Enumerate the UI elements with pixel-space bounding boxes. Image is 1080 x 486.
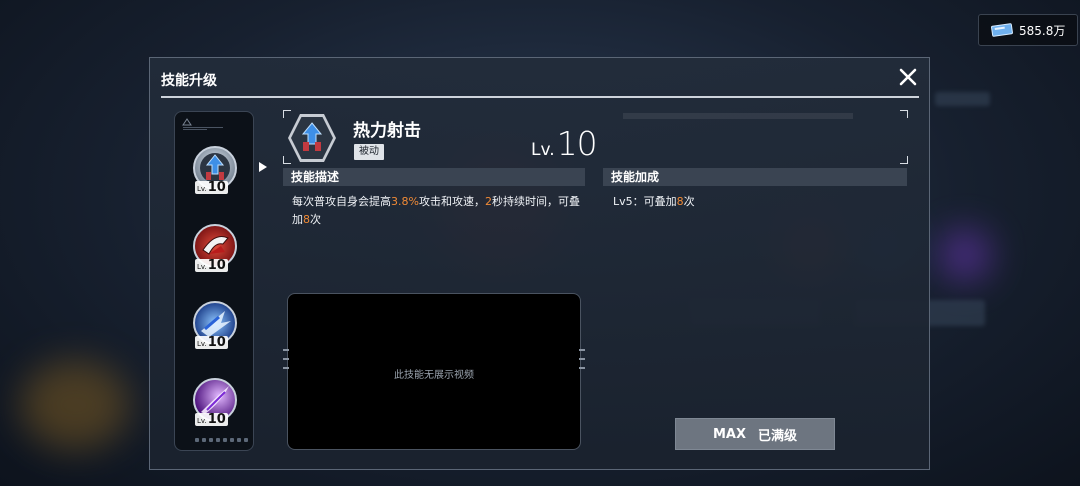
header-decoration	[623, 113, 853, 119]
skill-slot-4[interactable]: Lv. 10	[193, 378, 237, 426]
description-header: 技能描述	[283, 168, 585, 186]
skill-bonus: Lv5：可叠加8次	[613, 195, 695, 208]
no-video-message: 此技能无展示视频	[394, 370, 474, 381]
ticket-icon	[991, 23, 1013, 37]
currency-display[interactable]: 585.8万	[978, 14, 1078, 46]
close-icon	[899, 68, 917, 86]
skill-level-tag: Lv. 10	[195, 412, 228, 427]
skill-slot-3[interactable]: Lv. 10	[193, 301, 237, 349]
close-button[interactable]	[897, 66, 919, 88]
max-level-button[interactable]: MAX 已满级	[675, 418, 835, 450]
title-divider	[161, 96, 919, 98]
skill-level-tag: Lv. 10	[195, 335, 228, 350]
skill-header: 热力射击 被动 Lv. 10	[283, 110, 908, 164]
skill-list: Lv. 10 Lv. 10 Lv. 10 Lv. 10	[174, 111, 267, 451]
skill-level: Lv. 10	[531, 124, 598, 163]
max-level-label: 已满级	[758, 428, 798, 444]
skill-list-decoration	[181, 116, 249, 132]
bonus-header: 技能加成	[603, 168, 907, 186]
skill-name: 热力射击	[353, 121, 421, 141]
skill-slot-thermal-shot[interactable]: Lv. 10	[193, 146, 267, 194]
skill-slot-2[interactable]: Lv. 10	[193, 224, 237, 272]
skill-level-tag: Lv. 10	[195, 258, 228, 273]
skill-upgrade-dialog: 技能升级 Lv. 10 Lv. 10 Lv. 10 Lv. 10 热力射击 被动…	[149, 57, 930, 470]
max-label: MAX	[712, 426, 746, 442]
skill-description: 每次普攻自身会提高3.8%攻击和攻速，2秒持续时间，可叠加8次	[292, 195, 580, 226]
skill-type-badge: 被动	[354, 144, 384, 160]
skill-video-preview: 此技能无展示视频	[283, 293, 585, 450]
selected-arrow-icon	[259, 162, 267, 172]
skill-level-tag: Lv. 10	[195, 180, 228, 195]
thermal-shot-skill-icon	[288, 114, 336, 162]
skill-list-pager	[195, 438, 248, 442]
currency-amount: 585.8万	[1019, 23, 1066, 38]
dialog-title: 技能升级	[161, 73, 217, 89]
